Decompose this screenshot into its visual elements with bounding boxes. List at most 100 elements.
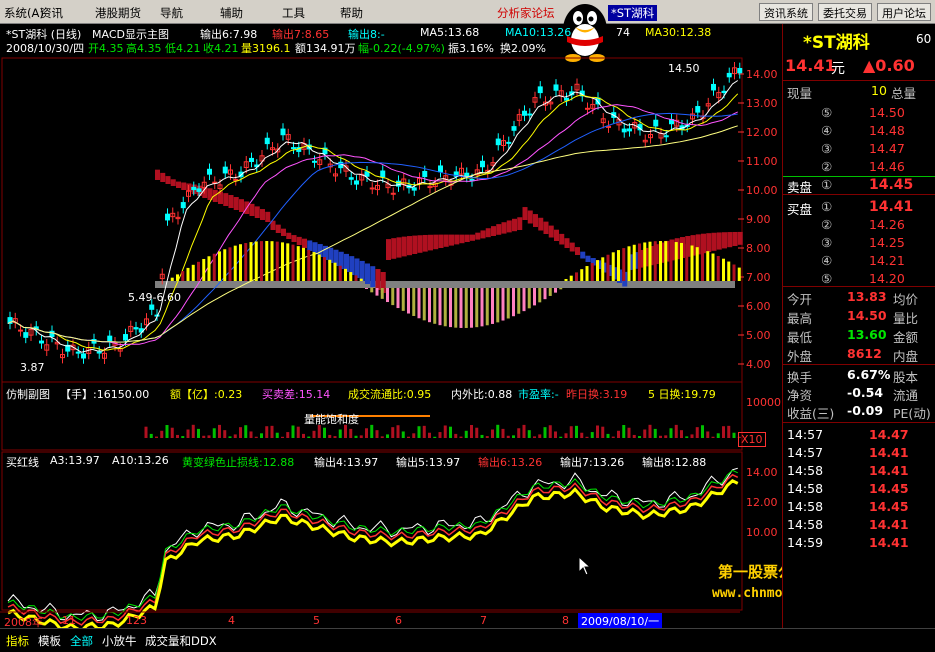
price-axis-label: 9.00 bbox=[746, 213, 771, 226]
stock-tab[interactable]: *ST湖科 bbox=[608, 5, 658, 21]
candle-body bbox=[411, 187, 417, 191]
price: 14.41 bbox=[869, 199, 914, 215]
buy-level-row[interactable]: ④ 14.21 bbox=[783, 252, 935, 270]
tick-row[interactable]: 14:58 14.41 bbox=[783, 462, 935, 480]
macd-ribbon bbox=[155, 169, 160, 180]
menu-help[interactable]: 帮助 bbox=[340, 5, 363, 21]
macd-ribbon bbox=[233, 197, 239, 210]
macd-ribbon bbox=[223, 193, 229, 206]
menu-system[interactable]: 系统(A) bbox=[4, 5, 44, 21]
news-system-button[interactable]: 资讯系统 bbox=[759, 3, 813, 21]
tick-row[interactable]: 14:58 14.41 bbox=[783, 516, 935, 534]
trade-button[interactable]: 委托交易 bbox=[818, 3, 872, 21]
volume-bar bbox=[223, 430, 227, 438]
buy-level-row[interactable]: ③ 14.25 bbox=[783, 234, 935, 252]
macd-bar bbox=[286, 243, 290, 281]
candle-body bbox=[149, 304, 155, 310]
sell-level-row[interactable]: ③ 14.47 bbox=[783, 140, 935, 158]
menu-hk-futures[interactable]: 港股期货 bbox=[95, 5, 141, 21]
price-axis-label: 5.00 bbox=[746, 329, 771, 342]
stat-row[interactable]: 最高 14.50 量比 bbox=[783, 307, 935, 326]
kline-chart[interactable] bbox=[0, 24, 782, 628]
tick-row[interactable]: 14:58 14.45 bbox=[783, 480, 935, 498]
buy1-row[interactable]: 买盘 ① 14.41 bbox=[783, 198, 935, 217]
volume-bar bbox=[732, 432, 736, 438]
volume-bar bbox=[669, 428, 673, 438]
macd-bar bbox=[349, 272, 353, 281]
volume-bar bbox=[249, 431, 253, 438]
stat-row[interactable]: 今开 13.83 均价 bbox=[783, 288, 935, 307]
macd-bar bbox=[254, 241, 258, 281]
volume-bar bbox=[680, 430, 683, 438]
stat-row[interactable]: 净资 -0.54 流通 bbox=[783, 384, 935, 403]
macd-bar bbox=[186, 267, 190, 281]
date-axis-label: 4 bbox=[228, 614, 235, 627]
status-ddx-tab[interactable]: 成交量和DDX bbox=[145, 633, 217, 649]
menu-tools[interactable]: 工具 bbox=[282, 5, 305, 21]
macd-bar bbox=[622, 248, 626, 281]
sell-level-row[interactable]: ⑤ 14.50 bbox=[783, 104, 935, 122]
volume-bar bbox=[496, 424, 500, 438]
macd-bar bbox=[323, 257, 326, 281]
macd-bar bbox=[449, 288, 452, 328]
buy-level-row[interactable]: ② 14.26 bbox=[783, 216, 935, 234]
sell1-row[interactable]: 卖盘 ① 14.45 bbox=[783, 176, 935, 195]
status-xfn-tab[interactable]: 小放牛 bbox=[102, 633, 137, 649]
volume-bar bbox=[701, 425, 704, 438]
volume-bar bbox=[512, 435, 515, 438]
menu-navigate[interactable]: 导航 bbox=[160, 5, 183, 21]
chart-area[interactable]: *ST湖科 (日线) MACD显示主图 输出6:7.98 输出7:8.65 输出… bbox=[0, 24, 837, 629]
macd-bar bbox=[632, 244, 636, 281]
candle-body bbox=[621, 128, 627, 133]
sell-level-row[interactable]: ② 14.46 bbox=[783, 158, 935, 176]
volume-bar bbox=[475, 427, 479, 438]
volume-bar bbox=[412, 433, 416, 438]
menu-news[interactable]: 资讯 bbox=[40, 5, 63, 21]
side-price: 14.41 bbox=[785, 56, 836, 75]
volume-bar bbox=[690, 434, 694, 438]
volume-bar bbox=[212, 428, 216, 438]
sell-level-row[interactable]: ④ 14.48 bbox=[783, 122, 935, 140]
tick-row[interactable]: 14:58 14.45 bbox=[783, 498, 935, 516]
candle-body bbox=[380, 170, 386, 178]
volume-bar bbox=[244, 425, 248, 438]
macd-bar bbox=[181, 271, 185, 281]
tick-row[interactable]: 14:57 14.47 bbox=[783, 426, 935, 444]
candle-body bbox=[553, 84, 559, 91]
macd-ribbon bbox=[501, 222, 507, 234]
stat-row[interactable]: 最低 13.60 金额 bbox=[783, 326, 935, 345]
price: 14.20 bbox=[869, 271, 905, 286]
status-template-tab[interactable]: 模板 bbox=[38, 633, 61, 649]
macd-bar bbox=[370, 288, 374, 293]
stat-row[interactable]: 外盘 8612 内盘 bbox=[783, 345, 935, 364]
volume-bar bbox=[554, 431, 557, 438]
menu-assist[interactable]: 辅助 bbox=[220, 5, 243, 21]
stat-row[interactable]: 收益(三) -0.09 PE(动) bbox=[783, 402, 935, 421]
tick-row[interactable]: 14:59 14.41 bbox=[783, 534, 935, 552]
volume-bar bbox=[527, 430, 531, 438]
macd-ribbon bbox=[370, 266, 376, 287]
status-all-tab[interactable]: 全部 bbox=[70, 633, 93, 649]
level: ① bbox=[821, 177, 833, 192]
candle-body bbox=[165, 213, 170, 221]
status-indicator-tab[interactable]: 指标 bbox=[6, 633, 29, 649]
tick-row[interactable]: 14:57 14.41 bbox=[783, 444, 935, 462]
volume-row: 现量 10 总量 bbox=[783, 82, 935, 101]
volume-bar bbox=[643, 429, 647, 438]
macd-ribbon bbox=[181, 182, 187, 190]
volume-bar bbox=[233, 434, 237, 438]
divider bbox=[783, 422, 935, 423]
user-forum-button[interactable]: 用户论坛 bbox=[877, 3, 931, 21]
candle-body bbox=[75, 351, 81, 354]
value: 13.83 bbox=[847, 289, 887, 304]
label: 量比 bbox=[893, 311, 919, 326]
volume-bar bbox=[590, 432, 594, 438]
volume-bar bbox=[606, 433, 610, 438]
volume-bar bbox=[181, 436, 185, 438]
macd-bar bbox=[260, 241, 263, 281]
forum-title[interactable]: 分析家论坛 bbox=[497, 5, 555, 21]
volume-bar bbox=[375, 430, 379, 438]
stat-row[interactable]: 换手 6.67% 股本 bbox=[783, 366, 935, 385]
volume-bar bbox=[386, 434, 389, 438]
macd-ribbon bbox=[249, 203, 255, 216]
